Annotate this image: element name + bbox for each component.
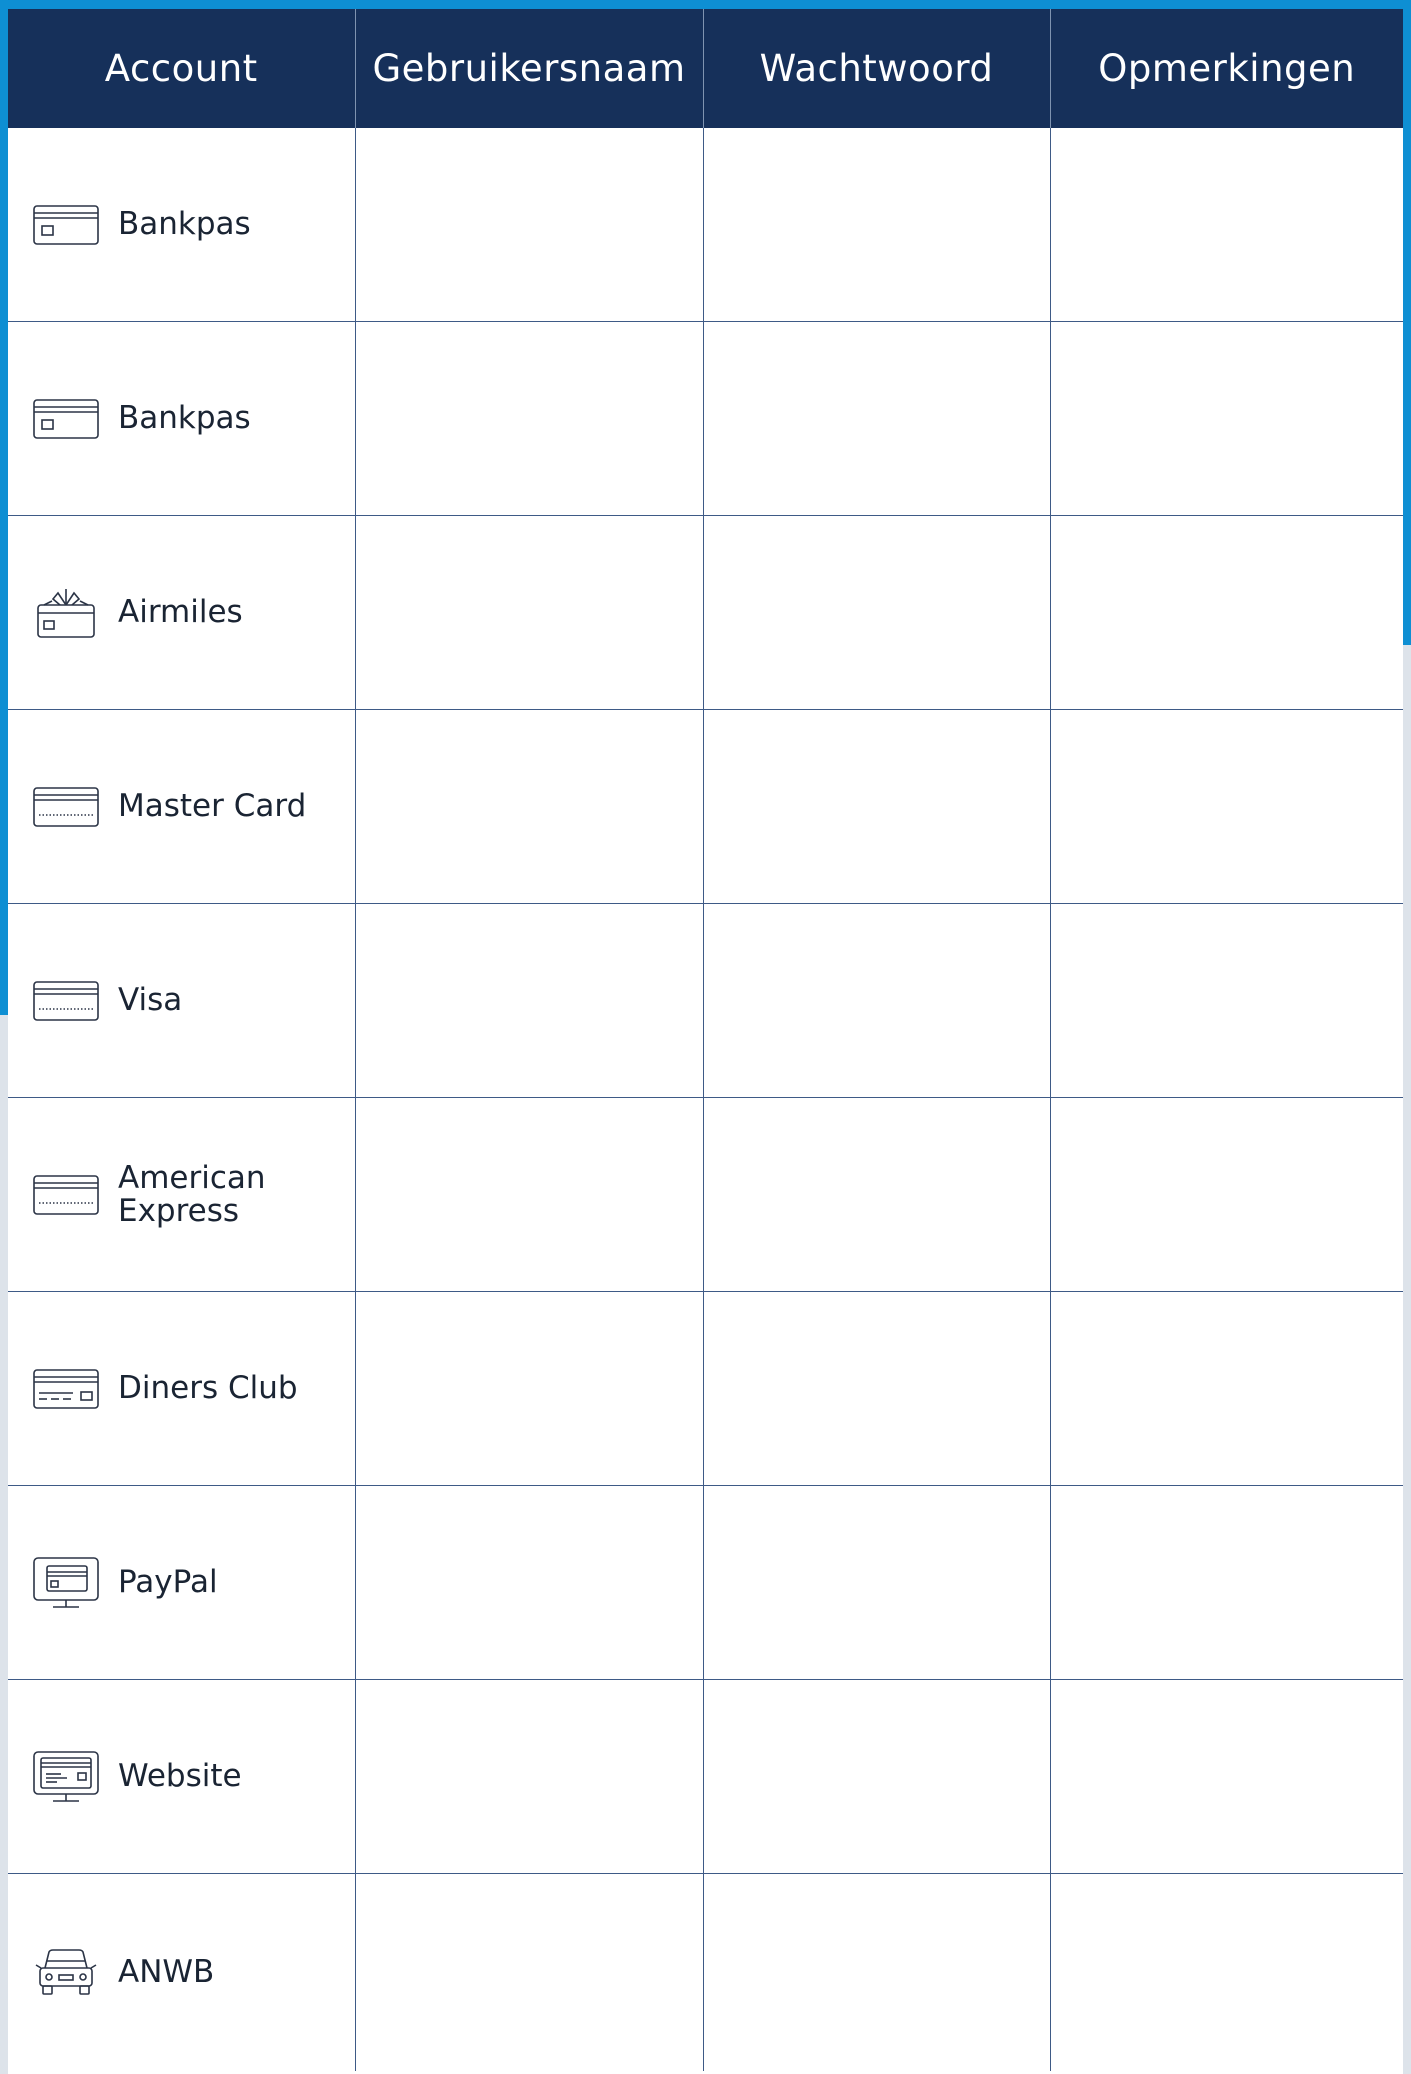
account-label: Website: [118, 1758, 242, 1794]
account-cell: PayPal: [8, 1485, 356, 1680]
table-row: PayPal: [8, 1485, 1403, 1680]
password-cell[interactable]: [703, 515, 1051, 710]
username-cell[interactable]: [355, 1679, 704, 1874]
column-header-account: Account: [8, 9, 356, 128]
payment-card-icon: [32, 1364, 100, 1414]
background-shadow-left: [0, 1015, 8, 2074]
table-row: Bankpas: [8, 321, 1403, 516]
account-label: ANWB: [118, 1954, 215, 1990]
username-cell[interactable]: [355, 1291, 704, 1486]
account-cell: ANWB: [8, 1873, 356, 2071]
password-cell[interactable]: [703, 1485, 1051, 1680]
account-cell: Diners Club: [8, 1291, 356, 1486]
username-cell[interactable]: [355, 1873, 704, 2071]
notes-cell[interactable]: [1050, 1291, 1403, 1486]
password-cell[interactable]: [703, 321, 1051, 516]
car-icon: [32, 1948, 100, 1998]
monitor-card-icon: [32, 1556, 100, 1608]
notes-cell[interactable]: [1050, 1679, 1403, 1874]
password-cell[interactable]: [703, 709, 1051, 904]
password-cell[interactable]: [703, 128, 1051, 322]
password-cell[interactable]: [703, 1097, 1051, 1292]
username-cell[interactable]: [355, 903, 704, 1098]
account-label: Diners Club: [118, 1370, 298, 1406]
notes-cell[interactable]: [1050, 903, 1403, 1098]
account-cell: Bankpas: [8, 128, 356, 322]
table-row: Website: [8, 1679, 1403, 1874]
table-row: Airmiles: [8, 515, 1403, 710]
account-cell: Bankpas: [8, 321, 356, 516]
password-cell[interactable]: [703, 903, 1051, 1098]
account-cell: Visa: [8, 903, 356, 1098]
table-row: American Express: [8, 1097, 1403, 1292]
account-label: Master Card: [118, 788, 307, 824]
account-label: Airmiles: [118, 594, 243, 630]
bank-card-icon: [32, 200, 100, 250]
table-row: ANWB: [8, 1873, 1403, 2072]
account-label: American Express: [118, 1159, 266, 1229]
account-label: Bankpas: [118, 206, 251, 242]
account-label: Bankpas: [118, 400, 251, 436]
background-shadow-right: [1403, 645, 1411, 2074]
credit-card-icon: [32, 1170, 100, 1220]
notes-cell[interactable]: [1050, 709, 1403, 904]
table-row: Master Card: [8, 709, 1403, 904]
gift-card-icon: [32, 588, 100, 638]
username-cell[interactable]: [355, 1097, 704, 1292]
table-header-row: Account Gebruikersnaam Wachtwoord Opmerk…: [8, 9, 1403, 128]
account-label: Visa: [118, 982, 183, 1018]
column-header-notes: Opmerkingen: [1050, 9, 1403, 128]
password-cell[interactable]: [703, 1873, 1051, 2071]
username-cell[interactable]: [355, 709, 704, 904]
password-cell[interactable]: [703, 1291, 1051, 1486]
username-cell[interactable]: [355, 1485, 704, 1680]
table-row: Diners Club: [8, 1291, 1403, 1486]
notes-cell[interactable]: [1050, 1485, 1403, 1680]
password-sheet: Account Gebruikersnaam Wachtwoord Opmerk…: [8, 9, 1403, 2074]
column-header-password: Wachtwoord: [703, 9, 1051, 128]
notes-cell[interactable]: [1050, 1097, 1403, 1292]
account-cell: Master Card: [8, 709, 356, 904]
notes-cell[interactable]: [1050, 1874, 1403, 2072]
password-table: Account Gebruikersnaam Wachtwoord Opmerk…: [8, 9, 1403, 2071]
username-cell[interactable]: [355, 515, 704, 710]
monitor-web-icon: [32, 1750, 100, 1802]
account-cell: Airmiles: [8, 515, 356, 710]
credit-card-icon: [32, 976, 100, 1026]
table-row: Bankpas: [8, 128, 1403, 322]
credit-card-icon: [32, 782, 100, 832]
notes-cell[interactable]: [1050, 321, 1403, 516]
account-cell: American Express: [8, 1097, 356, 1292]
notes-cell[interactable]: [1050, 515, 1403, 710]
username-cell[interactable]: [355, 321, 704, 516]
notes-cell[interactable]: [1050, 128, 1403, 322]
table-row: Visa: [8, 903, 1403, 1098]
username-cell[interactable]: [355, 128, 704, 322]
password-cell[interactable]: [703, 1679, 1051, 1874]
account-cell: Website: [8, 1679, 356, 1874]
bank-card-icon: [32, 394, 100, 444]
account-label: PayPal: [118, 1564, 218, 1600]
column-header-username: Gebruikersnaam: [355, 9, 704, 128]
